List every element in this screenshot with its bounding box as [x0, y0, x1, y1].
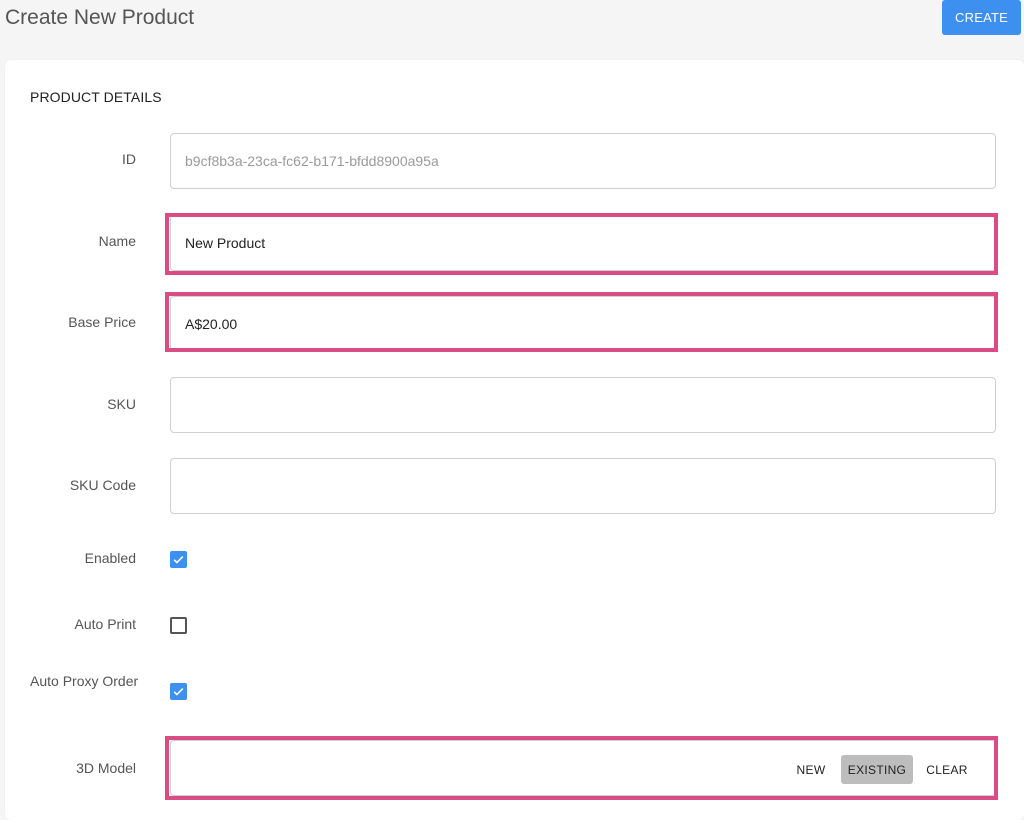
3d-model-field: NEW EXISTING CLEAR: [170, 740, 996, 796]
name-label: Name: [98, 233, 136, 249]
product-details-card: PRODUCT DETAILS ID Name Base Price SKU S…: [5, 60, 1024, 820]
existing-model-button[interactable]: EXISTING: [841, 755, 913, 784]
id-label: ID: [122, 151, 136, 167]
create-button[interactable]: CREATE: [942, 0, 1021, 35]
clear-model-button[interactable]: CLEAR: [923, 755, 971, 784]
section-title: PRODUCT DETAILS: [30, 89, 162, 105]
auto-proxy-order-checkbox[interactable]: [170, 683, 187, 700]
base-price-label: Base Price: [68, 314, 136, 330]
sku-label: SKU: [107, 396, 136, 412]
auto-print-label: Auto Print: [74, 616, 136, 632]
enabled-label: Enabled: [84, 550, 136, 566]
checkmark-icon: [173, 687, 184, 696]
sku-field[interactable]: [170, 377, 996, 433]
sku-code-field[interactable]: [170, 458, 996, 514]
id-field[interactable]: [170, 133, 996, 189]
checkmark-icon: [173, 555, 184, 564]
new-model-button[interactable]: NEW: [791, 755, 831, 784]
auto-proxy-order-label: Auto Proxy Order: [30, 673, 139, 689]
base-price-field[interactable]: [170, 296, 996, 352]
sku-code-label: SKU Code: [69, 477, 136, 493]
page-title: Create New Product: [5, 6, 195, 29]
3d-model-label: 3D Model: [76, 760, 136, 776]
auto-print-checkbox[interactable]: [170, 617, 187, 634]
enabled-checkbox[interactable]: [170, 551, 187, 568]
name-field[interactable]: [170, 215, 996, 271]
